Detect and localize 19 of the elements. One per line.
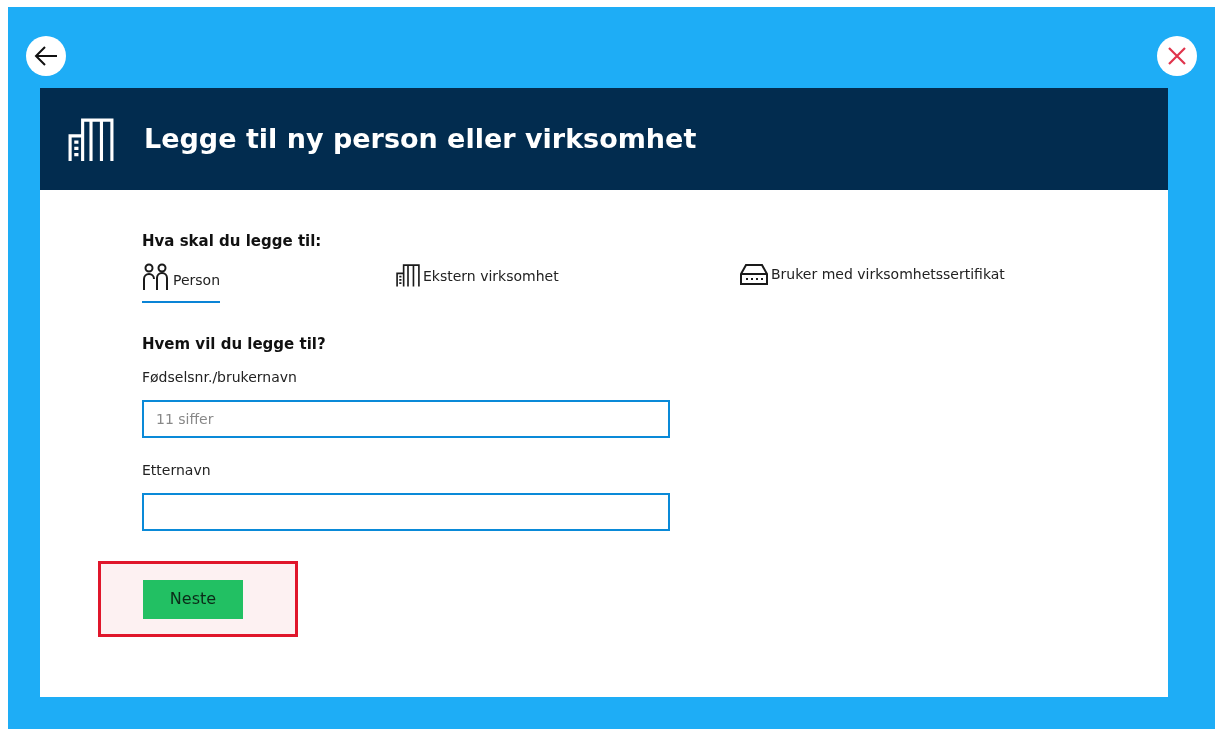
back-arrow-icon [34, 45, 58, 67]
back-button[interactable] [26, 36, 66, 76]
field-label: Etternavn [142, 461, 212, 480]
type-tab[interactable]: Person [142, 262, 221, 303]
people-icon [142, 262, 170, 291]
type-question: Hva skal du legge til: [142, 231, 323, 252]
type-tab[interactable]: Ekstern virksomhet [396, 262, 559, 299]
who-question: Hvem vil du legge til? [142, 333, 327, 355]
card-reader-icon [740, 262, 768, 285]
building-icon [68, 116, 114, 162]
type-tab[interactable]: Bruker med virksomhetssertifikat [740, 262, 1005, 297]
dialog-title: Legge til ny person eller virksomhet [144, 121, 697, 156]
close-icon [1168, 47, 1186, 65]
field-label: Fødselsnr./brukernavn [142, 368, 298, 387]
next-button[interactable]: Neste [143, 579, 243, 619]
close-button[interactable] [1157, 36, 1197, 76]
input-field[interactable]: 11 siffer [142, 400, 670, 438]
building-icon [396, 262, 420, 287]
input-field[interactable] [142, 493, 670, 531]
